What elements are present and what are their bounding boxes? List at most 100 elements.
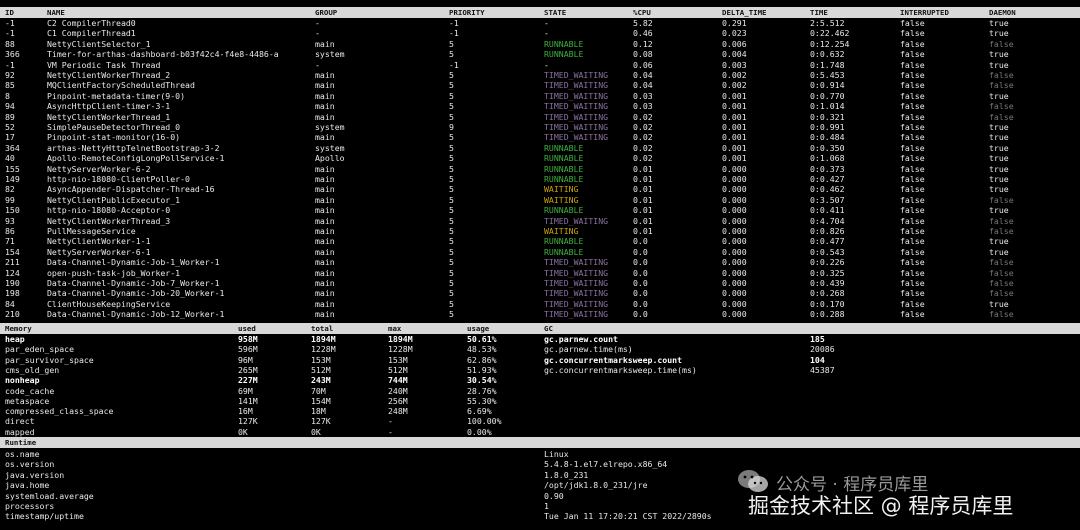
thread-time-cell: 0:0.477 — [810, 236, 845, 247]
thread-interrupted-cell: false — [900, 49, 925, 60]
memory-max-cell: - — [388, 426, 393, 437]
thread-row[interactable]: 92 NettyClientWorkerThread_2 main 5 TIMED_WA… — [0, 70, 1080, 80]
thread-delta-time-cell: 0.000 — [722, 194, 747, 205]
thread-group-cell: main — [315, 236, 335, 247]
thread-priority-cell: 9 — [449, 122, 454, 132]
memory-max-cell: 248M — [388, 406, 408, 417]
runtime-row: os.version 5.4.8-1.el7.elrepo.x86_64 — [0, 459, 1080, 469]
memory-row: mapped 0K 0K - 0.00% — [0, 427, 1080, 437]
memory-header-total: total — [311, 324, 334, 333]
thread-group-cell: - — [315, 59, 320, 70]
thread-time-cell: 0:4.704 — [810, 215, 845, 226]
thread-name-cell: MQClientFactoryScheduledThread — [47, 80, 195, 91]
gc-header: GC — [544, 324, 553, 333]
thread-cpu-cell: 0.01 — [633, 226, 653, 236]
thread-group-cell: main — [315, 309, 335, 320]
thread-state-cell: RUNNABLE — [544, 38, 584, 49]
thread-row[interactable]: 210 Data-Channel-Dynamic-Job-12_Worker-1 m… — [0, 309, 1080, 319]
thread-time-cell: 0:0.373 — [810, 163, 845, 174]
thread-name-cell: NettyClientWorker-1-1 — [47, 236, 151, 247]
thread-row[interactable]: 198 Data-Channel-Dynamic-Job-20_Worker-1 m… — [0, 288, 1080, 298]
thread-name-cell: NettyClientWorkerThread_2 — [47, 70, 171, 80]
thread-priority-cell: 5 — [449, 142, 454, 153]
thread-cpu-cell: 0.02 — [633, 132, 653, 143]
thread-group-cell: main — [315, 90, 335, 101]
thread-row[interactable]: 94 AsyncHttpClient-timer-3-1 main 5 TIMED_WA… — [0, 101, 1080, 111]
thread-state-cell: WAITING — [544, 184, 579, 195]
thread-daemon-cell: false — [989, 215, 1014, 226]
runtime-value-cell: /opt/jdk1.8.0_231/jre — [544, 480, 648, 491]
thread-group-cell: system — [315, 49, 345, 60]
thread-row[interactable]: 85 MQClientFactoryScheduledThread main 5 TIM… — [0, 80, 1080, 90]
thread-delta-time-cell: 0.000 — [722, 174, 747, 184]
thread-delta-time-cell: 0.001 — [722, 132, 747, 143]
watermark-line2: 掘金技术社区 @ 程序员库里 — [748, 494, 1014, 518]
thread-row[interactable]: 8 Pinpoint-metadata-timer(9-0) main 5 TIMED_… — [0, 91, 1080, 101]
thread-id-cell: 85 — [5, 80, 15, 91]
thread-delta-time-cell: 0.000 — [722, 309, 747, 320]
thread-row[interactable]: 99 NettyClientPublicExecutor_1 main 5 WAITIN… — [0, 195, 1080, 205]
thread-id-cell: 89 — [5, 111, 15, 122]
thread-state-cell: TIMED_WAITING — [544, 90, 609, 101]
memory-row: metaspace 141M 154M 256M 55.30% — [0, 396, 1080, 406]
runtime-value-cell: Linux — [544, 449, 569, 459]
thread-row[interactable]: 88 NettyClientSelector_1 main 5 RUNNABLE 0.12… — [0, 39, 1080, 49]
thread-row[interactable]: 149 http-nio-18080-ClientPoller-0 main 5 RUN… — [0, 174, 1080, 184]
thread-cpu-cell: 0.03 — [633, 101, 653, 112]
thread-daemon-cell: true — [989, 142, 1009, 153]
thread-daemon-cell: true — [989, 132, 1009, 143]
thread-daemon-cell: false — [989, 288, 1014, 299]
gc-value-cell: 185 — [810, 334, 825, 344]
thread-cpu-cell: 0.01 — [633, 184, 653, 195]
thread-id-cell: 366 — [5, 49, 20, 60]
thread-row[interactable]: 211 Data-Channel-Dynamic-Job-1_Worker-1 ma… — [0, 257, 1080, 267]
thread-row[interactable]: -1 C1 CompilerThread1 - -1 - 0.46 0.023 0:22.46… — [0, 28, 1080, 38]
gc-value-cell: 45387 — [810, 364, 835, 375]
thread-priority-cell: 5 — [449, 257, 454, 268]
gc-metric-cell: gc.concurrentmarksweep.time(ms) — [544, 364, 697, 375]
thread-daemon-cell: false — [989, 80, 1014, 91]
thread-row[interactable]: 154 NettyServerWorker-6-1 main 5 RUNNABLE 0.0… — [0, 247, 1080, 257]
thread-row[interactable]: 86 PullMessageService main 5 WAITING 0.01 0.00… — [0, 226, 1080, 236]
thread-row[interactable]: 52 SimplePauseDetectorThread_0 system 9 TIME… — [0, 122, 1080, 132]
thread-row[interactable]: 40 Apollo-RemoteConfigLongPollService-1 Ap… — [0, 153, 1080, 163]
thread-row[interactable]: 17 Pinpoint-stat-monitor(16-0) main 5 TIMED_… — [0, 132, 1080, 142]
thread-row[interactable]: 155 NettyServerWorker-6-2 main 5 RUNNABLE 0.0… — [0, 164, 1080, 174]
thread-id-cell: 190 — [5, 278, 20, 288]
thread-row[interactable]: 84 ClientHouseKeepingService main 5 TIMED_WA… — [0, 299, 1080, 309]
thread-row[interactable]: 150 http-nio-18080-Acceptor-0 main 5 RUNNABL… — [0, 205, 1080, 215]
thread-row[interactable]: -1 C2 CompilerThread0 - -1 - 5.82 0.291 2:5.512… — [0, 18, 1080, 28]
thread-state-cell: TIMED_WAITING — [544, 101, 609, 112]
thread-daemon-cell: true — [989, 28, 1009, 39]
thread-row[interactable]: 124 open-push-task-job_Worker-1 main 5 TIMED… — [0, 268, 1080, 278]
thread-name-cell: Data-Channel-Dynamic-Job-7_Worker-1 — [47, 278, 220, 288]
memory-max-cell: 240M — [388, 385, 408, 396]
thread-daemon-cell: false — [989, 226, 1014, 236]
thread-delta-time-cell: 0.002 — [722, 80, 747, 91]
thread-state-cell: TIMED_WAITING — [544, 298, 609, 309]
thread-state-cell: - — [544, 18, 549, 28]
thread-time-cell: 0:0.770 — [810, 90, 845, 101]
thread-row[interactable]: 190 Data-Channel-Dynamic-Job-7_Worker-1 ma… — [0, 278, 1080, 288]
thread-priority-cell: 5 — [449, 153, 454, 164]
thread-state-cell: TIMED_WAITING — [544, 215, 609, 226]
thread-interrupted-cell: false — [900, 309, 925, 320]
thread-id-cell: 88 — [5, 38, 15, 49]
thread-row[interactable]: 366 Timer-for-arthas-dashboard-b03f42c4-f… — [0, 49, 1080, 59]
runtime-table-header: Runtime — [0, 437, 1080, 448]
memory-row: nonheap 227M 243M 744M 30.54% — [0, 375, 1080, 385]
thread-daemon-cell: true — [989, 18, 1009, 28]
memory-total-cell: 18M — [311, 406, 326, 417]
thread-priority-cell: -1 — [449, 28, 459, 39]
thread-row[interactable]: 364 arthas-NettyHttpTelnetBootstrap-3-2 sy… — [0, 143, 1080, 153]
thread-name-cell: NettyClientWorkerThread_1 — [47, 111, 171, 122]
thread-row[interactable]: 93 NettyClientWorkerThread_3 main 5 TIMED_WA… — [0, 216, 1080, 226]
thread-daemon-cell: true — [989, 205, 1009, 216]
runtime-value-cell: 0.90 — [544, 490, 564, 501]
thread-row[interactable]: -1 VM Periodic Task Thread - -1 - 0.06 0.003 0:… — [0, 60, 1080, 70]
thread-row[interactable]: 71 NettyClientWorker-1-1 main 5 RUNNABLE 0.0 0… — [0, 236, 1080, 246]
thread-time-cell: 0:0.350 — [810, 142, 845, 153]
thread-name-cell: open-push-task-job_Worker-1 — [47, 267, 181, 278]
thread-row[interactable]: 82 AsyncAppender-Dispatcher-Thread-16 main… — [0, 184, 1080, 194]
thread-row[interactable]: 89 NettyClientWorkerThread_1 main 5 TIMED_WA… — [0, 112, 1080, 122]
